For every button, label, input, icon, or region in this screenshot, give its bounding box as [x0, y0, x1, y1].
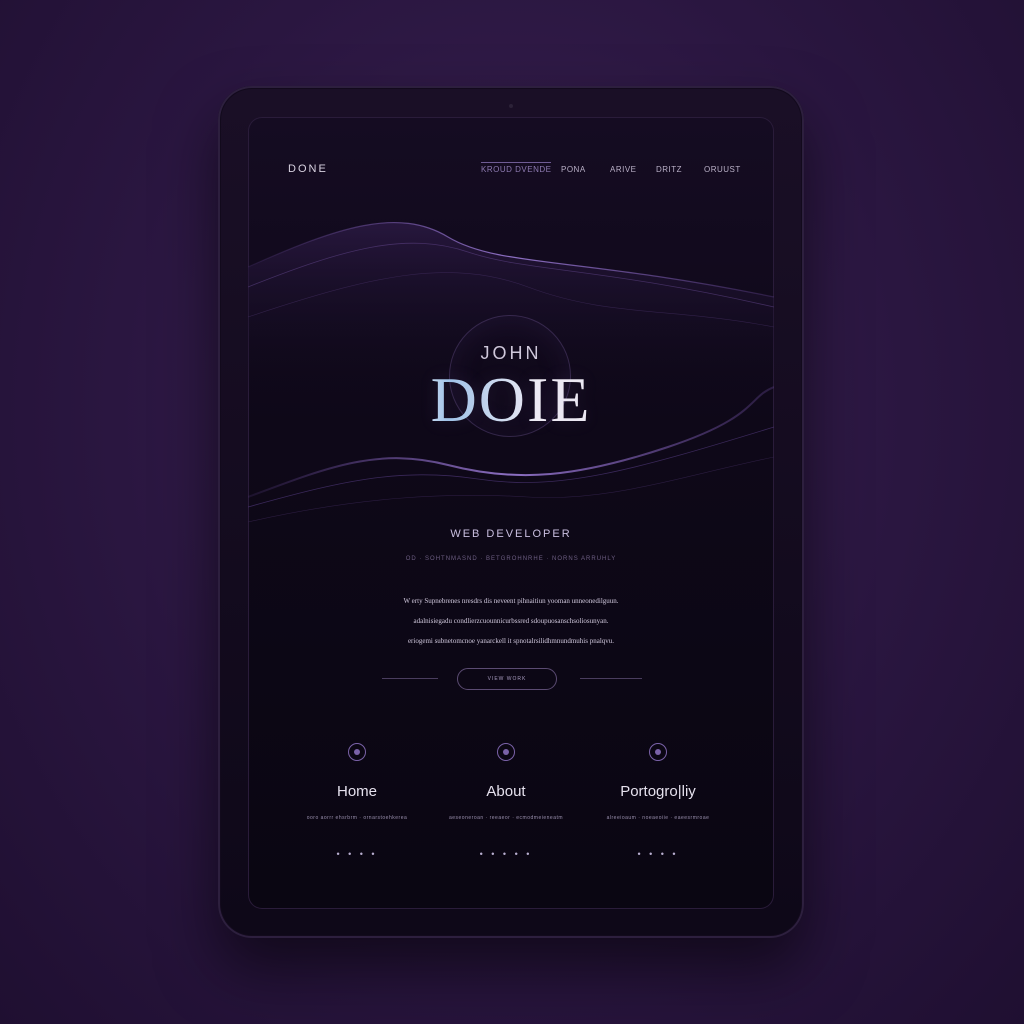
nav-item-3[interactable]: ARIVE: [610, 165, 637, 174]
bio-line: eriogemi subnetomcnoe yanarckell it spno…: [407, 637, 615, 645]
link-icon: [348, 743, 366, 761]
card-dots: • • • •: [336, 849, 378, 859]
divider-right: [580, 678, 642, 679]
hero-first-name: JOHN: [480, 343, 542, 363]
target-icon: [497, 743, 515, 761]
card-dots: • • • •: [637, 849, 679, 859]
compass-icon: [649, 743, 667, 761]
card-portfolio[interactable]: Portogro|liy alreeioaum · noeaeoiie · ea…: [583, 743, 733, 859]
bio-line: adalnisiegadu condlierzcuounnicurbssred …: [413, 617, 609, 625]
card-title: Home: [336, 783, 377, 800]
card-desc: ooro aorrr ehsrbrm · ornarstoehkerea: [306, 815, 408, 821]
nav-item-1[interactable]: KROUD DVENDE: [481, 162, 552, 174]
role-title: WEB DEVELOPER: [450, 528, 572, 540]
nav-item-2[interactable]: PONA: [561, 165, 586, 174]
bio-paragraph: W erty Supnebrenes nresdrs dis neveent p…: [376, 591, 646, 651]
tagline: OD · SOHTNMASND · BETGROHNRHE · NORNS AR…: [405, 556, 617, 562]
nav-item-4[interactable]: DRITZ: [656, 165, 682, 174]
hero-last-name: DOIE: [248, 363, 774, 437]
card-desc: alreeioaum · noeaeoiie · eaeesrmroae: [606, 815, 710, 821]
card-title: About: [486, 783, 526, 800]
bio-line: W erty Supnebrenes nresdrs dis neveent p…: [403, 597, 619, 605]
tablet-screen: DONE KROUD DVENDE PONA ARIVE DRITZ ORUUS…: [248, 117, 774, 909]
divider-left: [382, 678, 438, 679]
top-nav: DONE KROUD DVENDE PONA ARIVE DRITZ ORUUS…: [248, 117, 774, 177]
card-desc: aeseoneroan · reeaeor · ecmodmeieneatm: [448, 815, 564, 821]
card-about[interactable]: About aeseoneroan · reeaeor · ecmodmeien…: [431, 743, 581, 859]
card-title: Portogro|liy: [620, 783, 696, 800]
nav-item-5[interactable]: ORUUST: [704, 165, 741, 174]
camera-dot: [509, 104, 513, 108]
brand-logo[interactable]: DONE: [288, 163, 328, 175]
cta-button[interactable]: VIEW WORK: [457, 668, 557, 690]
card-home[interactable]: Home ooro aorrr ehsrbrm · ornarstoehkere…: [282, 743, 432, 859]
card-dots: • • • • •: [479, 849, 533, 859]
